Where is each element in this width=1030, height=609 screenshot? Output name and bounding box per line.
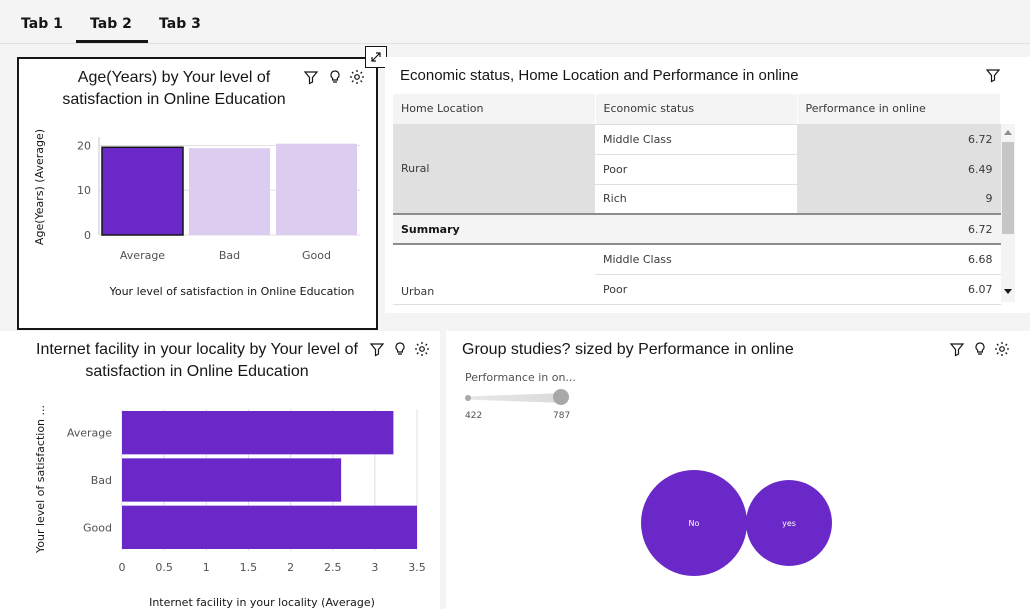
card-title: Group studies? sized by Performance in o… bbox=[462, 341, 794, 358]
title-line-2: satisfaction in Online Education bbox=[62, 91, 286, 108]
table-cell[interactable]: Middle Class bbox=[595, 124, 797, 155]
x-tick-label: Good bbox=[302, 249, 331, 262]
y-tick-label: 0 bbox=[84, 229, 91, 242]
column-header[interactable]: Performance in online bbox=[797, 94, 1001, 125]
x-tick-label: Bad bbox=[219, 249, 240, 262]
size-legend-label: Performance in on... bbox=[465, 371, 576, 384]
value-cell: 6.68 bbox=[797, 244, 1001, 275]
smart-settings-icon[interactable] bbox=[349, 69, 365, 85]
insight-bulb-icon[interactable] bbox=[972, 341, 988, 357]
y-tick-label: Good bbox=[83, 521, 112, 534]
bar-average[interactable] bbox=[101, 146, 184, 236]
x-tick-label: Average bbox=[120, 249, 165, 262]
title-line-1: Age(Years) by Your level of bbox=[77, 69, 271, 86]
size-legend-min: 422 bbox=[465, 411, 483, 421]
card-title: Internet facility in your locality by Yo… bbox=[30, 339, 364, 383]
x-tick-label: 0.5 bbox=[155, 561, 173, 574]
internet-by-satisfaction-card[interactable]: Internet facility in your locality by Yo… bbox=[0, 331, 440, 609]
scroll-thumb[interactable] bbox=[1002, 142, 1014, 234]
size-legend-max: 787 bbox=[553, 411, 571, 421]
scrollbar[interactable] bbox=[1001, 124, 1015, 302]
summary-row: Summary 6.72 bbox=[393, 214, 1001, 245]
filter-icon[interactable] bbox=[369, 341, 385, 357]
table-row: Rural Middle Class 6.72 bbox=[393, 124, 1001, 215]
table-cell[interactable]: Middle Class bbox=[595, 244, 797, 275]
x-tick-label: 3.5 bbox=[408, 561, 426, 574]
slider-max-handle[interactable] bbox=[553, 389, 569, 405]
scroll-down-icon[interactable] bbox=[1004, 289, 1012, 294]
card-title: Economic status, Home Location and Perfo… bbox=[400, 67, 799, 84]
bubble-label: No bbox=[689, 519, 700, 528]
filter-icon[interactable] bbox=[985, 67, 1001, 83]
bubble-chart: No yes bbox=[641, 470, 832, 576]
y-tick-labels: Average Bad Good bbox=[67, 427, 112, 535]
crosstab-table: Home Location Economic status Performanc… bbox=[393, 94, 1001, 305]
group-studies-bubble-card[interactable]: Group studies? sized by Performance in o… bbox=[446, 331, 1030, 609]
filter-icon[interactable] bbox=[949, 341, 965, 357]
x-axis-title: Internet facility in your locality (Aver… bbox=[149, 596, 375, 609]
tab-bar: Tab 1 Tab 2 Tab 3 bbox=[0, 0, 1030, 44]
y-tick-labels: 0 10 20 bbox=[77, 139, 91, 242]
column-header[interactable]: Home Location bbox=[393, 94, 596, 125]
y-tick-label: Bad bbox=[91, 474, 112, 487]
bar-bad[interactable] bbox=[122, 458, 342, 502]
value-cell: 6.49 bbox=[797, 154, 1001, 185]
y-axis-title: Age(Years) (Average) bbox=[33, 129, 46, 245]
value-cell: 9 bbox=[797, 184, 1001, 215]
y-tick-label: Average bbox=[67, 427, 112, 440]
y-tick-label: 10 bbox=[77, 184, 91, 197]
smart-settings-icon[interactable] bbox=[414, 341, 430, 357]
bubble-label: yes bbox=[782, 519, 796, 528]
x-tick-label: 3 bbox=[371, 561, 378, 574]
bar-good[interactable] bbox=[122, 505, 417, 549]
age-by-satisfaction-card[interactable]: Age(Years) by Your level of satisfaction… bbox=[17, 57, 378, 330]
x-axis-title: Your level of satisfaction in Online Edu… bbox=[109, 285, 355, 298]
bar-good[interactable] bbox=[276, 143, 357, 235]
row-header-rural[interactable]: Rural bbox=[393, 124, 595, 215]
slider-min-handle[interactable] bbox=[465, 395, 471, 401]
y-tick-label: 20 bbox=[77, 139, 91, 152]
row-header-urban[interactable]: Urban bbox=[393, 244, 595, 305]
insight-bulb-icon[interactable] bbox=[327, 69, 343, 85]
smart-settings-icon[interactable] bbox=[994, 341, 1010, 357]
value-cell: 6.72 bbox=[797, 124, 1001, 155]
x-tick-label: 0 bbox=[119, 561, 126, 574]
bars bbox=[122, 411, 417, 549]
size-legend-slider[interactable] bbox=[465, 388, 569, 408]
x-tick-labels: Average Bad Good bbox=[120, 249, 331, 262]
bubbles: No yes bbox=[641, 470, 832, 576]
scroll-up-icon[interactable] bbox=[1004, 130, 1012, 135]
tab-3[interactable]: Tab 3 bbox=[159, 16, 201, 32]
x-tick-label: 1.5 bbox=[240, 561, 258, 574]
tab-2[interactable]: Tab 2 bbox=[76, 16, 148, 43]
bar-average[interactable] bbox=[122, 411, 394, 455]
tab-1[interactable]: Tab 1 bbox=[21, 16, 63, 32]
x-tick-label: 2.5 bbox=[324, 561, 342, 574]
y-axis-title: Your level of satisfaction ... bbox=[34, 405, 47, 554]
insight-bulb-icon[interactable] bbox=[392, 341, 408, 357]
table-cell[interactable]: Poor bbox=[595, 154, 797, 185]
title-line-2: satisfaction in Online Education bbox=[85, 363, 309, 380]
value-cell: 6.72 bbox=[797, 214, 1001, 245]
title-line-1: Internet facility in your locality by Yo… bbox=[36, 341, 358, 358]
table-cell[interactable]: Poor bbox=[595, 274, 797, 305]
horizontal-bar-chart: Your level of satisfaction ... Average Ba… bbox=[34, 405, 426, 609]
economic-status-crosstab-card[interactable]: Economic status, Home Location and Perfo… bbox=[385, 57, 1030, 313]
card-title: Age(Years) by Your level of satisfaction… bbox=[19, 67, 329, 111]
header-row: Home Location Economic status Performanc… bbox=[393, 94, 1001, 125]
x-tick-label: 2 bbox=[287, 561, 294, 574]
x-tick-label: 1 bbox=[203, 561, 210, 574]
table-row: Urban Middle Class 6.68 bbox=[393, 244, 1001, 305]
column-header[interactable]: Economic status bbox=[595, 94, 798, 125]
bar-chart: Age(Years) (Average) 0 10 20 Average Bad Goo… bbox=[33, 129, 360, 298]
bar-bad[interactable] bbox=[189, 148, 270, 235]
x-tick-labels: 0 0.5 1 1.5 2 2.5 3 3.5 bbox=[119, 561, 426, 574]
bars bbox=[101, 143, 357, 236]
expand-icon[interactable] bbox=[365, 46, 387, 68]
value-cell: 6.07 bbox=[797, 274, 1001, 305]
table-cell[interactable]: Rich bbox=[595, 184, 797, 215]
summary-label[interactable]: Summary bbox=[393, 214, 797, 245]
filter-icon[interactable] bbox=[303, 69, 319, 85]
